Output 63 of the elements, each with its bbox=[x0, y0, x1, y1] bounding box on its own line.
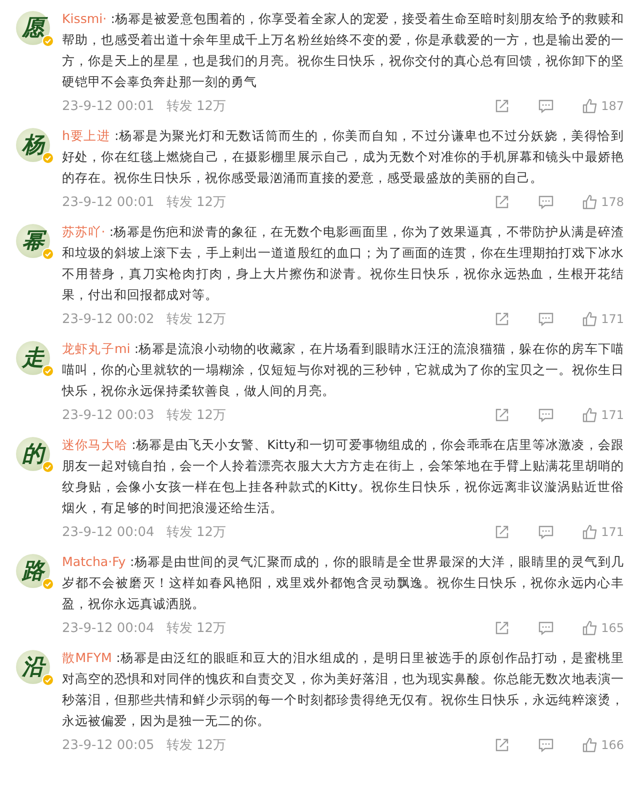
share-icon[interactable] bbox=[494, 737, 510, 753]
username-link[interactable]: 迷你马大哈 bbox=[62, 437, 128, 452]
like-count: 165 bbox=[601, 621, 624, 635]
timestamp: 23-9-12 00:01 bbox=[62, 194, 154, 210]
timestamp: 23-9-12 00:04 bbox=[62, 524, 154, 540]
comment-text: 散MFYM :杨幂是由泛红的眼眶和豆大的泪水组成的，是明日里被选手的原创作品打动，是蜜桃里对高空的恐惧和对同伴的愧疚和自责交叉，你为美好落泪，也为现实鼻酸。你总能无数次地表演一秒落泪，但那些共情和鲜少示弱的每一个时刻都珍贵得绝无仅有。祝你生日快乐，永远纯粹滚烫，永远被偏爱，因为是独一无二的你。 bbox=[62, 649, 624, 730]
timestamp: 23-9-12 00:01 bbox=[62, 98, 154, 114]
comment-text: 迷你马大哈 :杨幂是由飞天小女警、Kitty和一切可爱事物组成的，你会乖乖在店里等冰激凌，会跟朋友一起对镜自拍，会一个人拎着漂亮衣服大大方方走在街上，会笨笨地在手臂上贴满花里胡哨的纹身贴，会像小女孩一样在包上挂各种款式的Kitty。祝你生日快乐，祝你远离非议漩涡贴近世俗烟火，有足够的时间把浪漫还给生活。 bbox=[62, 436, 624, 517]
avatar[interactable]: 沿 bbox=[16, 650, 50, 684]
avatar[interactable]: 愿 bbox=[16, 11, 50, 45]
comment-icon[interactable] bbox=[538, 194, 554, 210]
share-icon[interactable] bbox=[494, 407, 510, 423]
avatar[interactable]: 幂 bbox=[16, 224, 50, 258]
comment-icon[interactable] bbox=[538, 311, 554, 327]
comment-icon[interactable] bbox=[538, 524, 554, 540]
repost-count[interactable]: 转发 12万 bbox=[166, 406, 226, 424]
comment-text: h要上进 :杨幂是为聚光灯和无数话筒而生的，你美而自知，不过分谦卑也不过分妖娆，美得恰到好处，你在红毯上燃烧自己，在摄影棚里展示自己，成为无数个对准你的手机屏幕和镜头中最娇艳的存在。祝你生日快乐，祝你感受最汹涌而直接的爱意，感受最盛放的美丽的自己。 bbox=[62, 127, 624, 187]
like-count: 166 bbox=[601, 738, 624, 752]
like-icon[interactable] bbox=[582, 311, 598, 327]
like-count: 178 bbox=[601, 195, 624, 209]
like-count: 171 bbox=[601, 312, 624, 326]
repost-count[interactable]: 转发 12万 bbox=[166, 193, 226, 211]
avatar[interactable]: 路 bbox=[16, 554, 50, 588]
share-icon[interactable] bbox=[494, 524, 510, 540]
like-icon[interactable] bbox=[582, 737, 598, 753]
like-icon[interactable] bbox=[582, 98, 598, 114]
like-icon[interactable] bbox=[582, 194, 598, 210]
timestamp: 23-9-12 00:02 bbox=[62, 312, 154, 326]
like-count: 171 bbox=[601, 525, 624, 539]
username-link[interactable]: 龙虾丸子mi bbox=[62, 341, 130, 356]
comment-text: Kissmi· :杨幂是被爱意包围着的，你享受着全家人的宠爱，接受着生命至暗时刻朋友给予的救赎和帮助，也感受着出道十余年里成千上万名粉丝始终不变的爱，你是承载爱的一方，也是输出爱的一方，你是天上的星星，也是我们的月亮。祝你生日快乐，祝你交付的真心总有回馈，祝你卸下的坚硬铠甲不会辜负奔赴那一刻的勇气 bbox=[62, 10, 624, 91]
repost-count[interactable]: 转发 12万 bbox=[166, 97, 226, 115]
like-count: 171 bbox=[601, 408, 624, 422]
comment-icon[interactable] bbox=[538, 407, 554, 423]
repost-count[interactable]: 转发 12万 bbox=[166, 736, 226, 754]
avatar[interactable]: 走 bbox=[16, 341, 50, 375]
username-link[interactable]: Kissmi· bbox=[62, 11, 107, 26]
avatar[interactable]: 杨 bbox=[16, 128, 50, 162]
username-link[interactable]: Matcha·Fy bbox=[62, 554, 126, 569]
username-link[interactable]: 散MFYM bbox=[62, 650, 112, 665]
repost-count[interactable]: 转发 12万 bbox=[166, 523, 226, 541]
comment-text: 苏苏吖· :杨幂是伤疤和淤青的象征，在无数个电影画面里，你为了效果逼真，不带防护从满是碎渣和垃圾的斜坡上滚下去，手上剌出一道道殷红的血口；为了画面的连贯，你在生理期拍打戏下冰水不用替身，真刀实枪肉打肉，身上大片擦伤和淤青。祝你生日快乐，祝你永远热血，生根开花结果，付出和回报都成对等。 bbox=[62, 223, 624, 304]
share-icon[interactable] bbox=[494, 98, 510, 114]
comment-icon[interactable] bbox=[538, 737, 554, 753]
comment-icon[interactable] bbox=[538, 98, 554, 114]
like-icon[interactable] bbox=[582, 620, 598, 636]
timestamp: 23-9-12 00:03 bbox=[62, 408, 154, 422]
repost-count[interactable]: 转发 12万 bbox=[166, 310, 226, 328]
avatar[interactable]: 的 bbox=[16, 437, 50, 471]
share-icon[interactable] bbox=[494, 194, 510, 210]
comment-text: 龙虾丸子mi :杨幂是流浪小动物的收藏家，在片场看到眼睛水汪汪的流浪猫猫，躲在你的房车下喵喵叫，你的心里就软的一塌糊涂，仅短短与你对视的三秒钟，它就成为了你的宝贝之一。祝你生日快乐，祝你永远保持柔软善良，做人间的月亮。 bbox=[62, 340, 624, 400]
repost-count[interactable]: 转发 12万 bbox=[166, 619, 226, 637]
timestamp: 23-9-12 00:04 bbox=[62, 620, 154, 636]
like-icon[interactable] bbox=[582, 407, 598, 423]
like-count: 187 bbox=[601, 99, 624, 113]
username-link[interactable]: h要上进 bbox=[62, 128, 110, 143]
username-link[interactable]: 苏苏吖· bbox=[62, 224, 106, 239]
share-icon[interactable] bbox=[494, 620, 510, 636]
comment-text: Matcha·Fy :杨幂是由世间的灵气汇聚而成的，你的眼睛是全世界最深的大洋，眼睛里的灵气到几岁都不会被磨灭！这样如春风艳阳，戏里戏外都饱含灵动飘逸。祝你生日快乐，祝你永远内心丰盈，祝你永远真诚洒脱。 bbox=[62, 553, 624, 613]
comment-icon[interactable] bbox=[538, 620, 554, 636]
like-icon[interactable] bbox=[582, 524, 598, 540]
timestamp: 23-9-12 00:05 bbox=[62, 738, 154, 752]
share-icon[interactable] bbox=[494, 311, 510, 327]
